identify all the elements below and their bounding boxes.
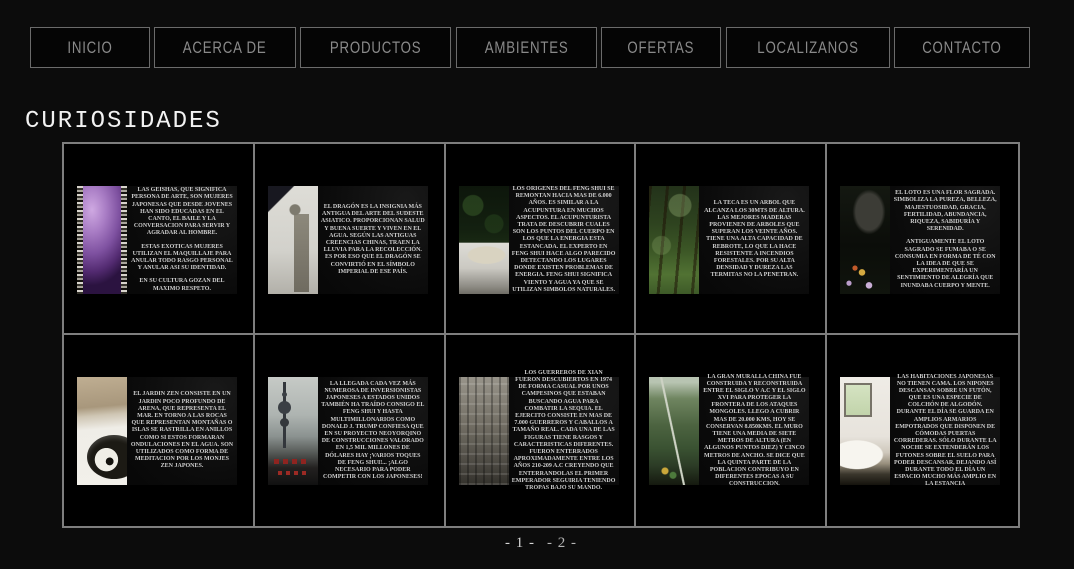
card-content: LA GRAN MURALLA CHINA FUE CONSTRUIDA Y R… [649,377,809,487]
nav-button-label: ACERCA DE [183,38,267,58]
pagination: - 1 - - 2 - [62,534,1020,552]
curiosity-card[interactable]: LA LLEGADA CADA VEZ MÁS NUMEROSA DE INVE… [255,335,446,526]
curiosity-card[interactable]: LOS GUERREROS DE XIAN FUERON DESCUBIERTO… [446,335,637,526]
card-paragraph: LAS HABITACIONES JAPONESAS NO TIENEN CAM… [893,374,997,489]
card-text: LA LLEGADA CADA VEZ MÁS NUMEROSA DE INVE… [318,377,428,485]
curiosity-card[interactable]: LAS GEISHAS, QUE SIGNIFICA PERSONA DE AR… [64,144,255,335]
card-paragraph: EL DRAGÓN ES LA INSIGNIA MÁS ANTIGUA DEL… [321,204,425,276]
zen-garden-image [77,377,127,485]
nav-button-label: AMBIENTES [484,38,568,58]
curiosity-card[interactable]: EL DRAGÓN ES LA INSIGNIA MÁS ANTIGUA DEL… [255,144,446,335]
card-content: LAS GEISHAS, QUE SIGNIFICA PERSONA DE AR… [77,186,237,296]
card-content: LOS GUERREROS DE XIAN FUERON DESCUBIERTO… [459,377,619,487]
feng-shui-garden-image [459,186,509,294]
card-content: EL LOTO ES UNA FLOR SAGRADA. SIMBOLIZA L… [840,186,1000,296]
dragon-statue-image [268,186,318,294]
card-content: LOS ORIGENES DEL FENG SHUI SE REMONTAN H… [459,186,619,296]
nav-button-label: INICIO [67,38,112,58]
card-paragraph: LAS GEISHAS, QUE SIGNIFICA PERSONA DE AR… [130,187,234,237]
page-title: CURIOSIDADES [25,108,222,135]
teak-forest-image [649,186,699,294]
nav-ofertas[interactable]: OFERTAS [601,27,721,68]
curiosity-card[interactable]: LOS ORIGENES DEL FENG SHUI SE REMONTAN H… [446,144,637,335]
card-paragraph: LA LLEGADA CADA VEZ MÁS NUMEROSA DE INVE… [321,381,425,482]
curiosity-card[interactable]: LA TECA ES UN ARBOL QUE ALCANZA LOS 30MT… [636,144,827,335]
card-text: EL JARDIN ZEN CONSISTE EN UN JARDIN POCO… [127,377,237,485]
nav-productos[interactable]: PRODUCTOS [300,27,451,68]
card-text: LOS ORIGENES DEL FENG SHUI SE REMONTAN H… [509,186,619,294]
nav-localizanos[interactable]: LOCALIZANOS [726,27,890,68]
card-text: LOS GUERREROS DE XIAN FUERON DESCUBIERTO… [509,377,619,485]
nav-button-label: PRODUCTOS [330,38,422,58]
card-text: LA GRAN MURALLA CHINA FUE CONSTRUIDA Y R… [699,377,809,485]
nav-contacto[interactable]: CONTACTO [894,27,1030,68]
shanghai-tower-image [268,377,318,485]
nav-acerca-de[interactable]: ACERCA DE [154,27,295,68]
card-text: EL DRAGÓN ES LA INSIGNIA MÁS ANTIGUA DEL… [318,186,428,294]
pagination-page-1[interactable]: - 1 - [505,535,535,552]
curiosity-card[interactable]: EL LOTO ES UNA FLOR SAGRADA. SIMBOLIZA L… [827,144,1018,335]
card-text: LAS GEISHAS, QUE SIGNIFICA PERSONA DE AR… [127,186,237,294]
nav-ambientes[interactable]: AMBIENTES [456,27,597,68]
curiosity-card[interactable]: LAS HABITACIONES JAPONESAS NO TIENEN CAM… [827,335,1018,526]
card-text: LA TECA ES UN ARBOL QUE ALCANZA LOS 30MT… [699,186,809,294]
card-text: EL LOTO ES UNA FLOR SAGRADA. SIMBOLIZA L… [890,186,1000,294]
card-paragraph: LOS ORIGENES DEL FENG SHUI SE REMONTAN H… [512,186,616,294]
curiosity-card[interactable]: LA GRAN MURALLA CHINA FUE CONSTRUIDA Y R… [636,335,827,526]
pagination-page-2[interactable]: - 2 - [547,535,577,552]
card-content: LA TECA ES UN ARBOL QUE ALCANZA LOS 30MT… [649,186,809,296]
card-content: LAS HABITACIONES JAPONESAS NO TIENEN CAM… [840,377,1000,487]
card-paragraph: EN SU CULTURA GOZAN DEL MAXIMO RESPETO. [130,278,234,292]
card-content: EL DRAGÓN ES LA INSIGNIA MÁS ANTIGUA DEL… [268,186,428,296]
geisha-image [77,186,127,294]
card-content: LA LLEGADA CADA VEZ MÁS NUMEROSA DE INVE… [268,377,428,487]
card-paragraph: LOS GUERREROS DE XIAN FUERON DESCUBIERTO… [512,370,616,492]
nav-button-label: CONTACTO [922,38,1001,58]
card-paragraph: ESTAS EXOTICAS MUJERES UTILIZAN EL MAQUI… [130,244,234,273]
card-content: EL JARDIN ZEN CONSISTE EN UN JARDIN POCO… [77,377,237,487]
curiosities-grid: LAS GEISHAS, QUE SIGNIFICA PERSONA DE AR… [62,142,1020,528]
japanese-bedroom-image [840,377,890,485]
nav-button-label: OFERTAS [628,38,695,58]
great-wall-image [649,377,699,485]
card-paragraph: EL LOTO ES UNA FLOR SAGRADA. SIMBOLIZA L… [893,190,997,233]
card-paragraph: LA GRAN MURALLA CHINA FUE CONSTRUIDA Y R… [702,374,806,489]
card-paragraph: EL JARDIN ZEN CONSISTE EN UN JARDIN POCO… [130,391,234,470]
page: { "nav": { "items": [ {"label": "INICIO"… [0,0,1074,569]
xian-warriors-image [459,377,509,485]
nav-button-label: LOCALIZANOS [757,38,858,58]
top-navigation: INICIO ACERCA DE PRODUCTOS AMBIENTES OFE… [30,27,1030,68]
curiosity-card[interactable]: EL JARDIN ZEN CONSISTE EN UN JARDIN POCO… [64,335,255,526]
lotus-garden-image [840,186,890,294]
card-paragraph: LA TECA ES UN ARBOL QUE ALCANZA LOS 30MT… [702,200,806,279]
nav-inicio[interactable]: INICIO [30,27,150,68]
card-text: LAS HABITACIONES JAPONESAS NO TIENEN CAM… [890,377,1000,485]
card-paragraph: ANTIGUAMENTE EL LOTO SAGRADO SE FUMABA O… [893,239,997,289]
